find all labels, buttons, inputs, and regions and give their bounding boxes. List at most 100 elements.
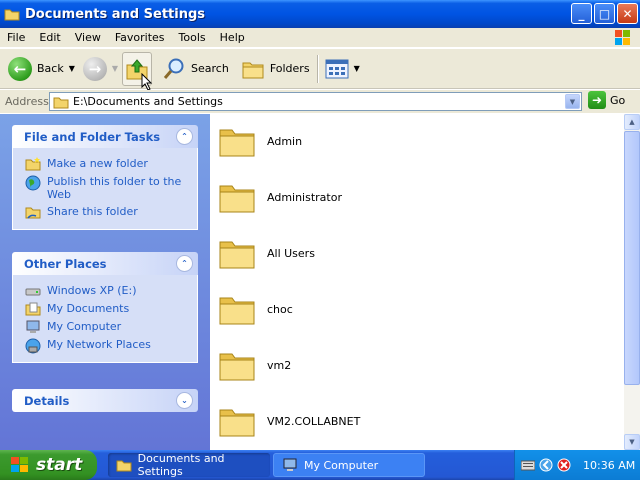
- folders-label: Folders: [269, 62, 310, 75]
- start-button[interactable]: start: [0, 450, 97, 480]
- computer-icon: [283, 458, 297, 471]
- my-network-places-link[interactable]: My Network Places: [25, 338, 197, 354]
- maximize-button[interactable]: □: [594, 3, 615, 24]
- taskbar: start Documents and Settings My Computer…: [0, 450, 640, 480]
- menu-tools[interactable]: Tools: [172, 31, 213, 44]
- folder-name: vm2: [267, 358, 292, 372]
- folder-icon: [218, 292, 256, 326]
- search-label: Search: [191, 62, 229, 75]
- computer-icon: [25, 320, 41, 334]
- make-new-folder-link[interactable]: Make a new folder: [25, 157, 197, 171]
- address-bar: Address E:\Documents and Settings ▼ ➜ Go: [0, 90, 640, 113]
- windows-xp-drive-link[interactable]: Windows XP (E:): [25, 284, 197, 298]
- address-dropdown-button[interactable]: ▼: [565, 94, 580, 109]
- menu-edit[interactable]: Edit: [32, 31, 67, 44]
- back-arrow-icon: ←: [8, 56, 32, 81]
- place-label: Windows XP (E:): [47, 284, 137, 297]
- panel-title: File and Folder Tasks: [24, 129, 161, 144]
- place-label: My Network Places: [47, 338, 151, 351]
- scroll-thumb[interactable]: [624, 131, 640, 385]
- standard-toolbar: ← Back ▼ → ▼ Search Folders ▼: [0, 49, 640, 91]
- folder-item[interactable]: choc: [218, 289, 293, 329]
- file-folder-tasks-header[interactable]: File and Folder Tasks ⌃: [12, 125, 198, 148]
- other-places-panel: Other Places ⌃ Windows XP (E:) My Docume…: [12, 252, 198, 363]
- folder-icon: [218, 180, 256, 214]
- go-arrow-icon: ➜: [588, 91, 606, 109]
- place-label: My Documents: [47, 302, 130, 315]
- title-bar[interactable]: Documents and Settings _ □ ✕: [0, 0, 640, 28]
- chevron-down-icon[interactable]: ▼: [354, 64, 360, 73]
- folder-icon: [218, 124, 256, 158]
- taskbar-button-documents-and-settings[interactable]: Documents and Settings: [108, 452, 270, 478]
- taskbar-button-label: My Computer: [304, 458, 379, 472]
- folder-icon: [116, 460, 132, 472]
- toolbar-separator: [316, 54, 318, 83]
- folders-button[interactable]: Folders: [237, 52, 314, 86]
- drive-icon: [25, 284, 41, 298]
- task-label: Publish this folder to the Web: [47, 175, 182, 201]
- task-label: Share this folder: [47, 205, 138, 218]
- folder-item[interactable]: Administrator: [218, 177, 342, 217]
- address-input[interactable]: E:\Documents and Settings ▼: [49, 92, 582, 111]
- place-label: My Computer: [47, 320, 122, 333]
- folders-icon: [242, 62, 264, 78]
- taskbar-button-my-computer[interactable]: My Computer: [273, 453, 425, 477]
- scroll-down-button[interactable]: ▼: [624, 434, 640, 450]
- menu-file[interactable]: File: [0, 31, 32, 44]
- forward-arrow-icon: →: [82, 56, 107, 81]
- expand-icon[interactable]: ⌄: [176, 392, 193, 409]
- other-places-header[interactable]: Other Places ⌃: [12, 252, 198, 275]
- folder-view: Admin Administrator All Users choc vm2 V…: [210, 114, 624, 450]
- chevron-down-icon[interactable]: ▼: [69, 64, 75, 73]
- share-folder-link[interactable]: Share this folder: [25, 205, 197, 219]
- views-icon: [325, 59, 349, 78]
- window-title: Documents and Settings: [25, 6, 206, 22]
- back-button[interactable]: ← Back ▼: [4, 52, 79, 86]
- folder-name: Administrator: [267, 190, 342, 204]
- globe-icon: [25, 175, 41, 191]
- menu-favorites[interactable]: Favorites: [108, 31, 172, 44]
- folder-item[interactable]: vm2: [218, 345, 291, 385]
- system-tray: 10:36 AM: [514, 450, 640, 480]
- collapse-icon[interactable]: ⌃: [176, 255, 193, 272]
- keyboard-icon[interactable]: [521, 459, 535, 471]
- taskbar-button-label: Documents and Settings: [137, 452, 225, 478]
- share-folder-icon: [25, 205, 41, 219]
- search-button[interactable]: Search: [158, 52, 233, 86]
- menu-help[interactable]: Help: [213, 31, 252, 44]
- my-documents-link[interactable]: My Documents: [25, 302, 197, 316]
- go-button[interactable]: ➜ Go: [588, 91, 625, 109]
- close-button[interactable]: ✕: [617, 3, 638, 24]
- minimize-button[interactable]: _: [571, 3, 592, 24]
- arrow-left-icon[interactable]: [539, 458, 553, 472]
- menu-view[interactable]: View: [68, 31, 108, 44]
- folder-item[interactable]: All Users: [218, 233, 315, 273]
- folder-name: choc: [267, 302, 293, 316]
- up-folder-button[interactable]: [122, 51, 153, 91]
- folder-item[interactable]: VM2.COLLABNET: [218, 401, 360, 441]
- views-button[interactable]: ▼: [321, 52, 364, 86]
- folder-name: All Users: [267, 246, 315, 260]
- my-documents-icon: [25, 302, 41, 316]
- collapse-icon[interactable]: ⌃: [176, 128, 193, 145]
- folder-icon: [53, 97, 69, 108]
- panel-title: Other Places: [24, 256, 107, 271]
- publish-folder-link[interactable]: Publish this folder to the Web: [25, 175, 197, 201]
- back-label: Back: [37, 62, 64, 75]
- vertical-scrollbar[interactable]: ▲ ▼: [624, 114, 640, 450]
- forward-button[interactable]: → ▼: [79, 52, 122, 86]
- go-label: Go: [610, 93, 626, 107]
- my-computer-link[interactable]: My Computer: [25, 320, 197, 334]
- clock[interactable]: 10:36 AM: [583, 459, 635, 472]
- folder-item[interactable]: Admin: [218, 121, 302, 161]
- panel-title: Details: [24, 393, 70, 408]
- task-label: Make a new folder: [47, 157, 148, 170]
- search-icon: [163, 58, 184, 79]
- folder-icon: [4, 7, 20, 21]
- folder-icon: [218, 348, 256, 382]
- scroll-up-button[interactable]: ▲: [624, 114, 640, 130]
- security-alert-icon[interactable]: [557, 458, 571, 472]
- chevron-down-icon[interactable]: ▼: [112, 64, 118, 73]
- details-header[interactable]: Details ⌄: [12, 389, 198, 412]
- task-pane: File and Folder Tasks ⌃ Make a new folde…: [0, 114, 210, 450]
